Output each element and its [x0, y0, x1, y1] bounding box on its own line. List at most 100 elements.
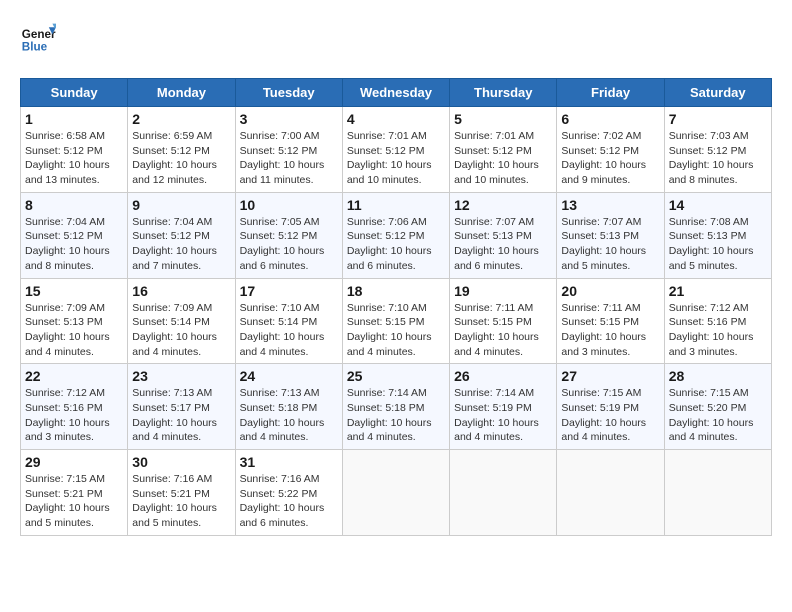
day-info: Sunrise: 7:01 AM Sunset: 5:12 PM Dayligh… [454, 129, 552, 188]
day-number: 1 [25, 111, 123, 127]
table-row: 12 Sunrise: 7:07 AM Sunset: 5:13 PM Dayl… [450, 192, 557, 278]
day-info: Sunrise: 6:58 AM Sunset: 5:12 PM Dayligh… [25, 129, 123, 188]
day-number: 8 [25, 197, 123, 213]
table-row: 28 Sunrise: 7:15 AM Sunset: 5:20 PM Dayl… [664, 364, 771, 450]
day-number: 16 [132, 283, 230, 299]
day-header-monday: Monday [128, 79, 235, 107]
table-row: 31 Sunrise: 7:16 AM Sunset: 5:22 PM Dayl… [235, 450, 342, 536]
day-info: Sunrise: 7:15 AM Sunset: 5:20 PM Dayligh… [669, 386, 767, 445]
day-number: 15 [25, 283, 123, 299]
day-info: Sunrise: 7:15 AM Sunset: 5:19 PM Dayligh… [561, 386, 659, 445]
day-info: Sunrise: 7:10 AM Sunset: 5:14 PM Dayligh… [240, 301, 338, 360]
day-info: Sunrise: 7:14 AM Sunset: 5:18 PM Dayligh… [347, 386, 445, 445]
table-row: 13 Sunrise: 7:07 AM Sunset: 5:13 PM Dayl… [557, 192, 664, 278]
table-row: 19 Sunrise: 7:11 AM Sunset: 5:15 PM Dayl… [450, 278, 557, 364]
day-number: 18 [347, 283, 445, 299]
day-number: 30 [132, 454, 230, 470]
table-row: 22 Sunrise: 7:12 AM Sunset: 5:16 PM Dayl… [21, 364, 128, 450]
table-row: 27 Sunrise: 7:15 AM Sunset: 5:19 PM Dayl… [557, 364, 664, 450]
table-row: 8 Sunrise: 7:04 AM Sunset: 5:12 PM Dayli… [21, 192, 128, 278]
day-info: Sunrise: 7:11 AM Sunset: 5:15 PM Dayligh… [561, 301, 659, 360]
day-header-saturday: Saturday [664, 79, 771, 107]
day-info: Sunrise: 7:06 AM Sunset: 5:12 PM Dayligh… [347, 215, 445, 274]
day-info: Sunrise: 7:16 AM Sunset: 5:22 PM Dayligh… [240, 472, 338, 531]
day-number: 4 [347, 111, 445, 127]
day-number: 5 [454, 111, 552, 127]
day-info: Sunrise: 7:01 AM Sunset: 5:12 PM Dayligh… [347, 129, 445, 188]
day-number: 26 [454, 368, 552, 384]
table-row: 5 Sunrise: 7:01 AM Sunset: 5:12 PM Dayli… [450, 107, 557, 193]
day-info: Sunrise: 7:12 AM Sunset: 5:16 PM Dayligh… [669, 301, 767, 360]
day-number: 31 [240, 454, 338, 470]
day-info: Sunrise: 7:15 AM Sunset: 5:21 PM Dayligh… [25, 472, 123, 531]
day-info: Sunrise: 7:05 AM Sunset: 5:12 PM Dayligh… [240, 215, 338, 274]
day-info: Sunrise: 7:04 AM Sunset: 5:12 PM Dayligh… [25, 215, 123, 274]
day-info: Sunrise: 7:14 AM Sunset: 5:19 PM Dayligh… [454, 386, 552, 445]
day-info: Sunrise: 7:04 AM Sunset: 5:12 PM Dayligh… [132, 215, 230, 274]
day-info: Sunrise: 7:11 AM Sunset: 5:15 PM Dayligh… [454, 301, 552, 360]
table-row [664, 450, 771, 536]
day-info: Sunrise: 7:07 AM Sunset: 5:13 PM Dayligh… [561, 215, 659, 274]
day-number: 17 [240, 283, 338, 299]
day-info: Sunrise: 7:10 AM Sunset: 5:15 PM Dayligh… [347, 301, 445, 360]
table-row: 23 Sunrise: 7:13 AM Sunset: 5:17 PM Dayl… [128, 364, 235, 450]
day-number: 19 [454, 283, 552, 299]
day-info: Sunrise: 7:09 AM Sunset: 5:13 PM Dayligh… [25, 301, 123, 360]
table-row: 1 Sunrise: 6:58 AM Sunset: 5:12 PM Dayli… [21, 107, 128, 193]
table-row: 6 Sunrise: 7:02 AM Sunset: 5:12 PM Dayli… [557, 107, 664, 193]
day-info: Sunrise: 7:13 AM Sunset: 5:17 PM Dayligh… [132, 386, 230, 445]
table-row [342, 450, 449, 536]
logo: General Blue [20, 20, 60, 56]
day-number: 29 [25, 454, 123, 470]
table-row [450, 450, 557, 536]
table-row: 4 Sunrise: 7:01 AM Sunset: 5:12 PM Dayli… [342, 107, 449, 193]
day-info: Sunrise: 7:09 AM Sunset: 5:14 PM Dayligh… [132, 301, 230, 360]
day-number: 12 [454, 197, 552, 213]
table-row: 7 Sunrise: 7:03 AM Sunset: 5:12 PM Dayli… [664, 107, 771, 193]
table-row: 24 Sunrise: 7:13 AM Sunset: 5:18 PM Dayl… [235, 364, 342, 450]
day-number: 9 [132, 197, 230, 213]
table-row: 15 Sunrise: 7:09 AM Sunset: 5:13 PM Dayl… [21, 278, 128, 364]
day-number: 25 [347, 368, 445, 384]
svg-text:Blue: Blue [22, 41, 48, 54]
day-info: Sunrise: 7:08 AM Sunset: 5:13 PM Dayligh… [669, 215, 767, 274]
table-row: 29 Sunrise: 7:15 AM Sunset: 5:21 PM Dayl… [21, 450, 128, 536]
table-row: 14 Sunrise: 7:08 AM Sunset: 5:13 PM Dayl… [664, 192, 771, 278]
table-row: 25 Sunrise: 7:14 AM Sunset: 5:18 PM Dayl… [342, 364, 449, 450]
day-info: Sunrise: 7:00 AM Sunset: 5:12 PM Dayligh… [240, 129, 338, 188]
table-row: 17 Sunrise: 7:10 AM Sunset: 5:14 PM Dayl… [235, 278, 342, 364]
day-number: 11 [347, 197, 445, 213]
day-number: 7 [669, 111, 767, 127]
table-row: 10 Sunrise: 7:05 AM Sunset: 5:12 PM Dayl… [235, 192, 342, 278]
table-row: 21 Sunrise: 7:12 AM Sunset: 5:16 PM Dayl… [664, 278, 771, 364]
day-info: Sunrise: 7:12 AM Sunset: 5:16 PM Dayligh… [25, 386, 123, 445]
day-number: 24 [240, 368, 338, 384]
day-header-wednesday: Wednesday [342, 79, 449, 107]
day-number: 3 [240, 111, 338, 127]
day-number: 21 [669, 283, 767, 299]
day-number: 6 [561, 111, 659, 127]
general-blue-icon: General Blue [20, 20, 56, 56]
day-header-sunday: Sunday [21, 79, 128, 107]
day-number: 13 [561, 197, 659, 213]
day-info: Sunrise: 6:59 AM Sunset: 5:12 PM Dayligh… [132, 129, 230, 188]
day-number: 28 [669, 368, 767, 384]
table-row: 26 Sunrise: 7:14 AM Sunset: 5:19 PM Dayl… [450, 364, 557, 450]
table-row: 11 Sunrise: 7:06 AM Sunset: 5:12 PM Dayl… [342, 192, 449, 278]
table-row: 9 Sunrise: 7:04 AM Sunset: 5:12 PM Dayli… [128, 192, 235, 278]
day-number: 20 [561, 283, 659, 299]
day-number: 27 [561, 368, 659, 384]
table-row: 18 Sunrise: 7:10 AM Sunset: 5:15 PM Dayl… [342, 278, 449, 364]
day-info: Sunrise: 7:07 AM Sunset: 5:13 PM Dayligh… [454, 215, 552, 274]
table-row: 2 Sunrise: 6:59 AM Sunset: 5:12 PM Dayli… [128, 107, 235, 193]
day-number: 14 [669, 197, 767, 213]
day-info: Sunrise: 7:16 AM Sunset: 5:21 PM Dayligh… [132, 472, 230, 531]
day-info: Sunrise: 7:03 AM Sunset: 5:12 PM Dayligh… [669, 129, 767, 188]
day-number: 23 [132, 368, 230, 384]
day-number: 22 [25, 368, 123, 384]
day-info: Sunrise: 7:02 AM Sunset: 5:12 PM Dayligh… [561, 129, 659, 188]
table-row [557, 450, 664, 536]
day-header-friday: Friday [557, 79, 664, 107]
table-row: 20 Sunrise: 7:11 AM Sunset: 5:15 PM Dayl… [557, 278, 664, 364]
day-number: 2 [132, 111, 230, 127]
